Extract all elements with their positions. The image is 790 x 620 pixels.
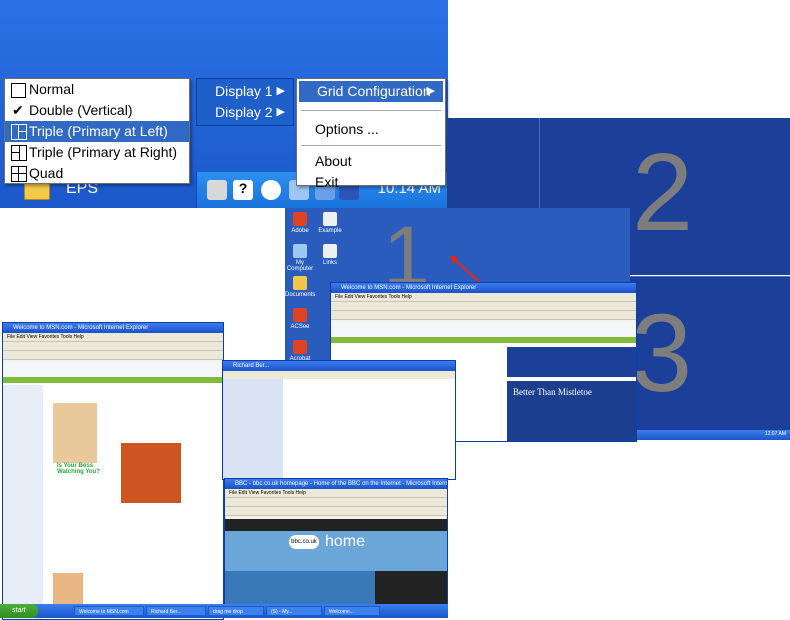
menu-item-double-vertical[interactable]: ✔ Double (Vertical)	[5, 100, 189, 121]
menu-item-triple-primary-left[interactable]: Triple (Primary at Left)	[5, 121, 189, 142]
menu-item-label: Triple (Primary at Left)	[29, 123, 168, 139]
layout-triple-left-icon	[11, 124, 27, 140]
address-bar[interactable]	[225, 507, 447, 516]
address-bar[interactable]	[331, 311, 636, 320]
taskbar-item[interactable]: Welcome to MSN.com	[74, 606, 144, 616]
options-menu: Grid Configuration ▶ Options ... About E…	[296, 78, 446, 190]
checkmark-icon: ✔	[12, 102, 24, 118]
display-2-number: 2	[632, 131, 694, 254]
mail-folder-pane	[223, 379, 283, 479]
msn-header	[3, 363, 223, 377]
desktop-icon-my-computer[interactable]: My Computer	[285, 244, 315, 272]
menu-item-display-1[interactable]: Display 1 ▶	[197, 81, 293, 102]
menu-item-about[interactable]: About	[297, 151, 445, 172]
menu-item-options[interactable]: Options ...	[297, 119, 445, 140]
ie-window-bbc[interactable]: BBC - bbc.co.uk homepage - Home of the B…	[224, 478, 448, 612]
menu-bar: File Edit View Favorites Tools Help	[3, 333, 223, 342]
bottom-taskbar: start Welcome to MSN.com Richard Ber... …	[0, 604, 448, 618]
msn-search-bar	[3, 377, 223, 383]
taskbar-item[interactable]: (S) - My...	[266, 606, 322, 616]
window-title: Welcome to MSN.com - Microsoft Internet …	[3, 323, 223, 333]
submenu-arrow-icon: ▶	[276, 85, 285, 97]
menu-divider	[301, 110, 441, 111]
boss-image	[53, 403, 97, 463]
bbc-content: bbc.co.uk home	[225, 519, 447, 611]
taskbar-item[interactable]: Welcome...	[324, 606, 380, 616]
menu-item-normal[interactable]: Normal	[5, 79, 189, 100]
layout-quad-icon	[11, 166, 27, 182]
mail-list	[283, 379, 455, 479]
menu-item-label: Double (Vertical)	[29, 102, 133, 118]
mail-content	[223, 379, 455, 479]
desktop-icon-documents[interactable]: Documents	[285, 276, 315, 298]
ie-content: Is Your Boss Watching You?	[3, 363, 223, 619]
bbc-banner: bbc.co.uk home	[225, 531, 447, 571]
display-3-number: 3	[631, 292, 693, 415]
menu-item-triple-primary-right[interactable]: Triple (Primary at Right)	[5, 142, 189, 163]
checkbox-icon	[11, 83, 26, 98]
menu-item-label: Display 1	[215, 83, 273, 99]
start-button[interactable]: start	[0, 604, 38, 618]
toolbar	[331, 302, 636, 311]
ad-motorcycle	[121, 443, 181, 503]
ie-window-msn-left[interactable]: Welcome to MSN.com - Microsoft Internet …	[2, 322, 224, 620]
toolbar	[3, 342, 223, 351]
menu-item-label: Exit	[315, 174, 339, 190]
menu-item-label: About	[315, 153, 352, 169]
desktop-icon-adobe[interactable]: Adobe	[285, 212, 315, 234]
ad-better-than-mistletoe: Better Than Mistletoe	[507, 381, 636, 441]
menu-bar: File Edit View Favorites Tools Help	[331, 293, 636, 302]
msn-sidebar	[3, 385, 43, 619]
taskbar-item[interactable]: drag me drop	[208, 606, 264, 616]
layout-menu: Normal ✔ Double (Vertical) Triple (Prima…	[4, 78, 190, 184]
keyboard-icon[interactable]	[207, 180, 227, 200]
menu-item-label: Display 2	[215, 104, 273, 120]
menu-item-grid-configuration[interactable]: Grid Configuration ▶	[299, 81, 443, 102]
desktop-icon-adobe-acrobat[interactable]: Acrobat	[285, 340, 315, 362]
right-taskbar: 12:07 AM	[630, 430, 790, 440]
submenu-arrow-icon: ▶	[426, 85, 435, 97]
bbc-logo: bbc.co.uk	[289, 535, 319, 549]
window-title: Welcome to MSN.com - Microsoft Internet …	[331, 283, 636, 293]
menu-item-quad[interactable]: Quad	[5, 163, 189, 184]
taskbar-item[interactable]: Richard Ber...	[146, 606, 206, 616]
msn-header	[331, 323, 636, 337]
menu-item-label: Quad	[29, 165, 64, 181]
ie-window-mail[interactable]: Richard Ber...	[222, 360, 456, 480]
boss-ad-text: Is Your Boss Watching You?	[57, 463, 100, 475]
menu-item-label: Grid Configuration	[317, 83, 431, 99]
msn-blue-banner	[507, 347, 636, 377]
menu-item-display-2[interactable]: Display 2 ▶	[197, 102, 293, 123]
menu-divider	[301, 145, 441, 146]
bbc-home-text: home	[325, 533, 366, 550]
back-arrow-icon[interactable]	[261, 180, 281, 200]
help-icon[interactable]: ?	[233, 180, 253, 200]
layout-triple-right-icon	[11, 145, 27, 161]
display-menu: Display 1 ▶ Display 2 ▶	[196, 78, 294, 126]
ad-text: Better Than Mistletoe	[513, 387, 592, 397]
window-title: Richard Ber...	[223, 361, 455, 371]
bbc-header	[225, 519, 447, 531]
menu-bar: File Edit View Favorites Tools Help	[225, 489, 447, 498]
desktop-icon-example[interactable]: Example	[315, 212, 345, 234]
menu-item-label: Normal	[29, 81, 75, 97]
desktop-icon-acrobat[interactable]: ACSee	[285, 308, 315, 330]
desktop-icon-links[interactable]: Links	[315, 244, 345, 266]
msn-search-bar	[331, 337, 636, 343]
menu-item-label: Options ...	[315, 121, 379, 137]
toolbar	[225, 498, 447, 507]
menu-item-exit[interactable]: Exit	[297, 172, 445, 193]
address-bar[interactable]	[3, 351, 223, 360]
menu-item-label: Triple (Primary at Right)	[29, 144, 178, 160]
window-title: BBC - bbc.co.uk homepage - Home of the B…	[225, 479, 447, 489]
right-tray-clock: 12:07 AM	[764, 431, 786, 437]
submenu-arrow-icon: ▶	[276, 106, 285, 118]
